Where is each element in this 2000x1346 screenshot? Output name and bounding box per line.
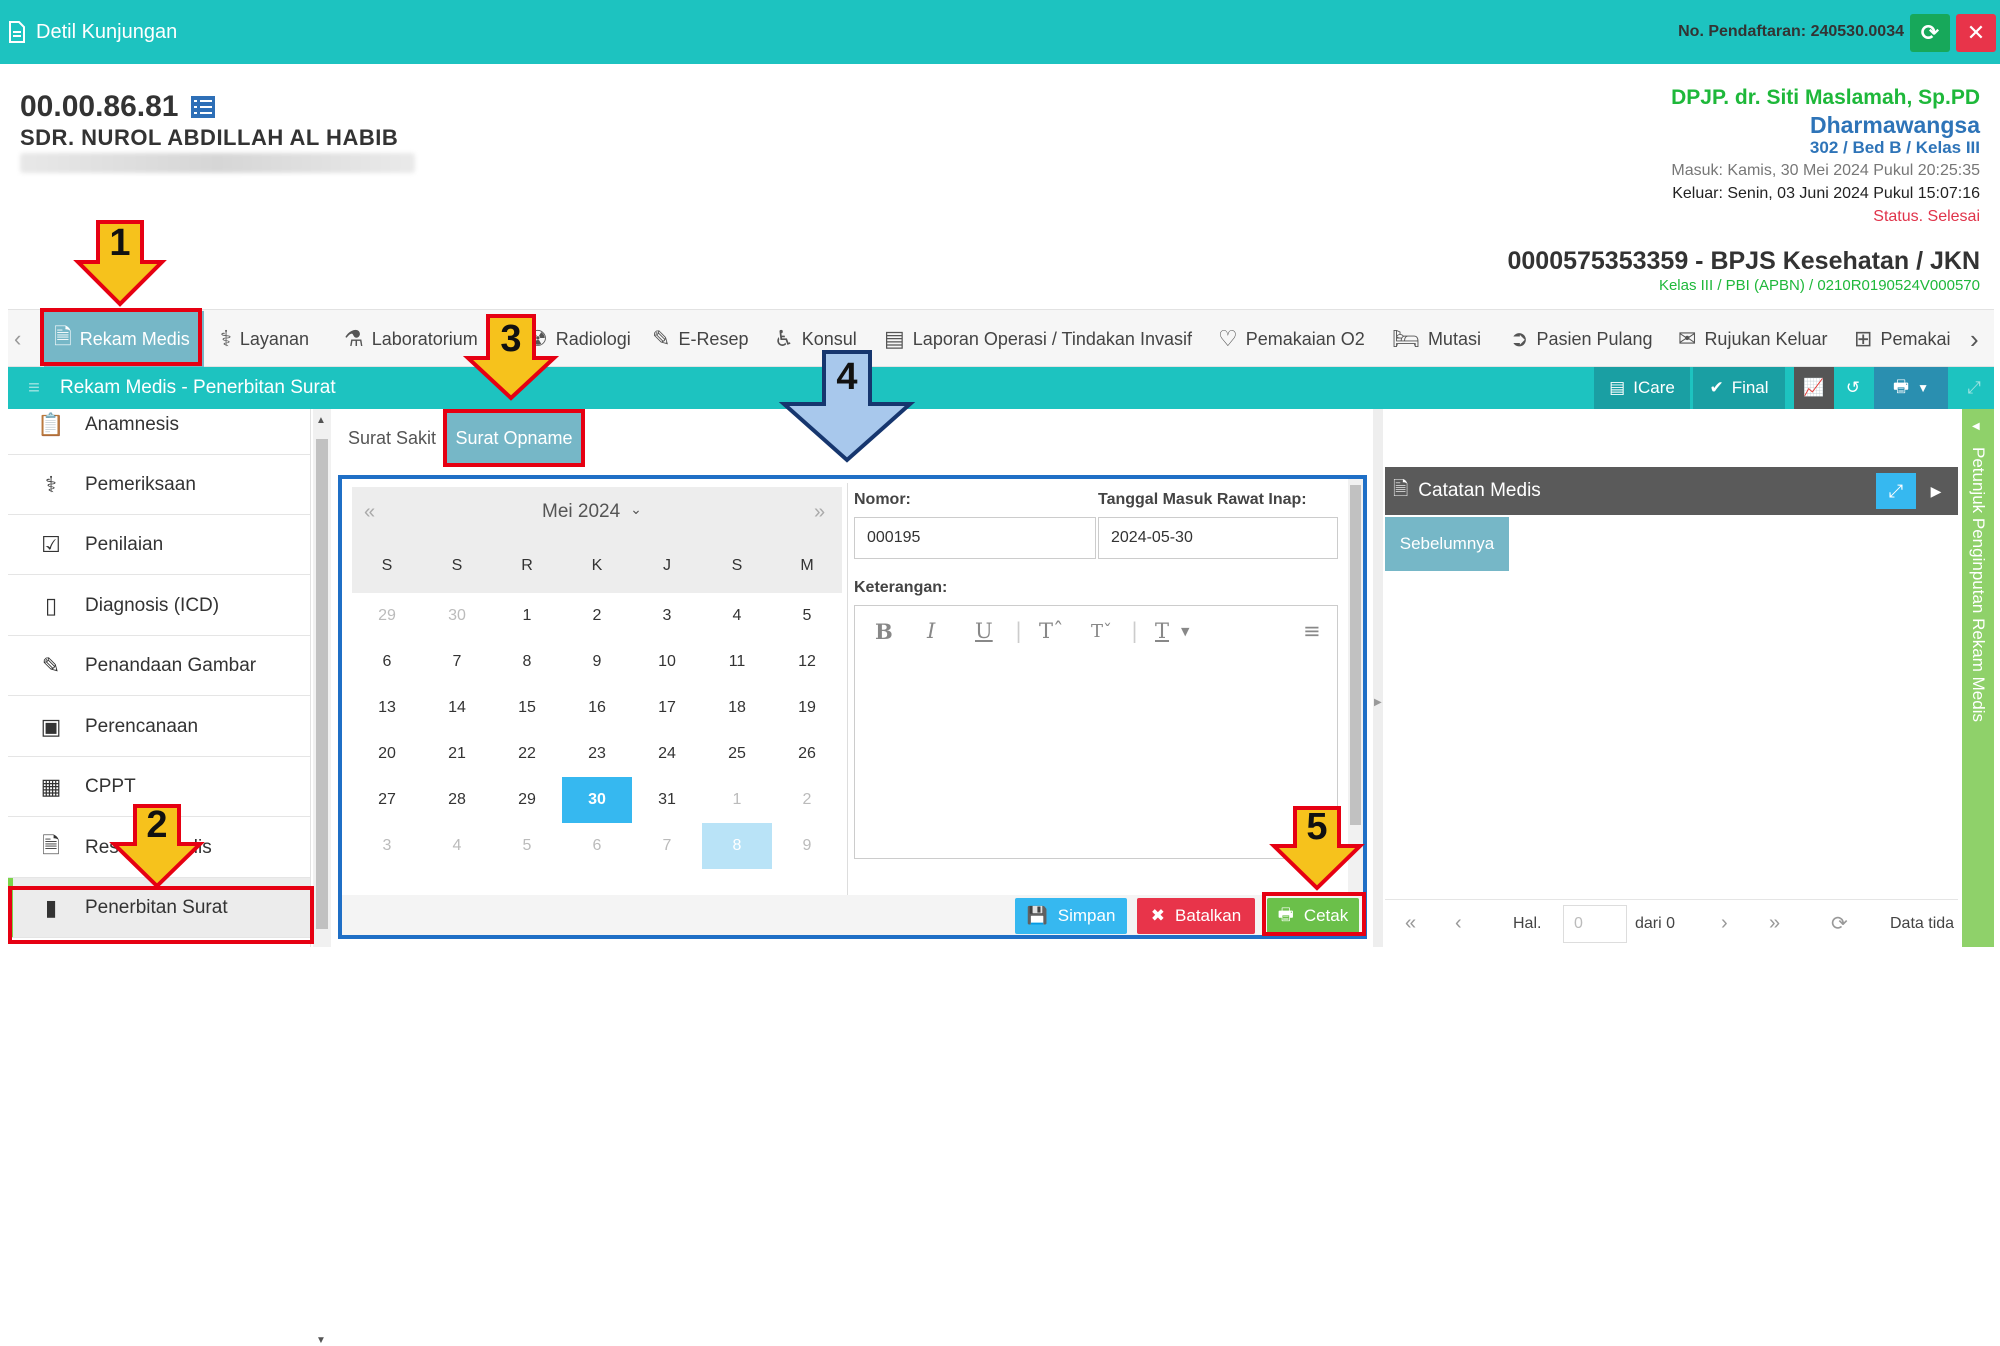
annotation-label-5: 5 xyxy=(1306,806,1328,848)
annotation-label-2: 2 xyxy=(146,804,168,846)
annotation-label-1: 1 xyxy=(109,222,131,264)
annotation-label-4: 4 xyxy=(836,356,858,398)
scroll-down-icon[interactable]: ▼ xyxy=(316,1335,326,1346)
annotation-arrows xyxy=(73,220,1365,891)
annotation-label-3: 3 xyxy=(500,318,522,360)
